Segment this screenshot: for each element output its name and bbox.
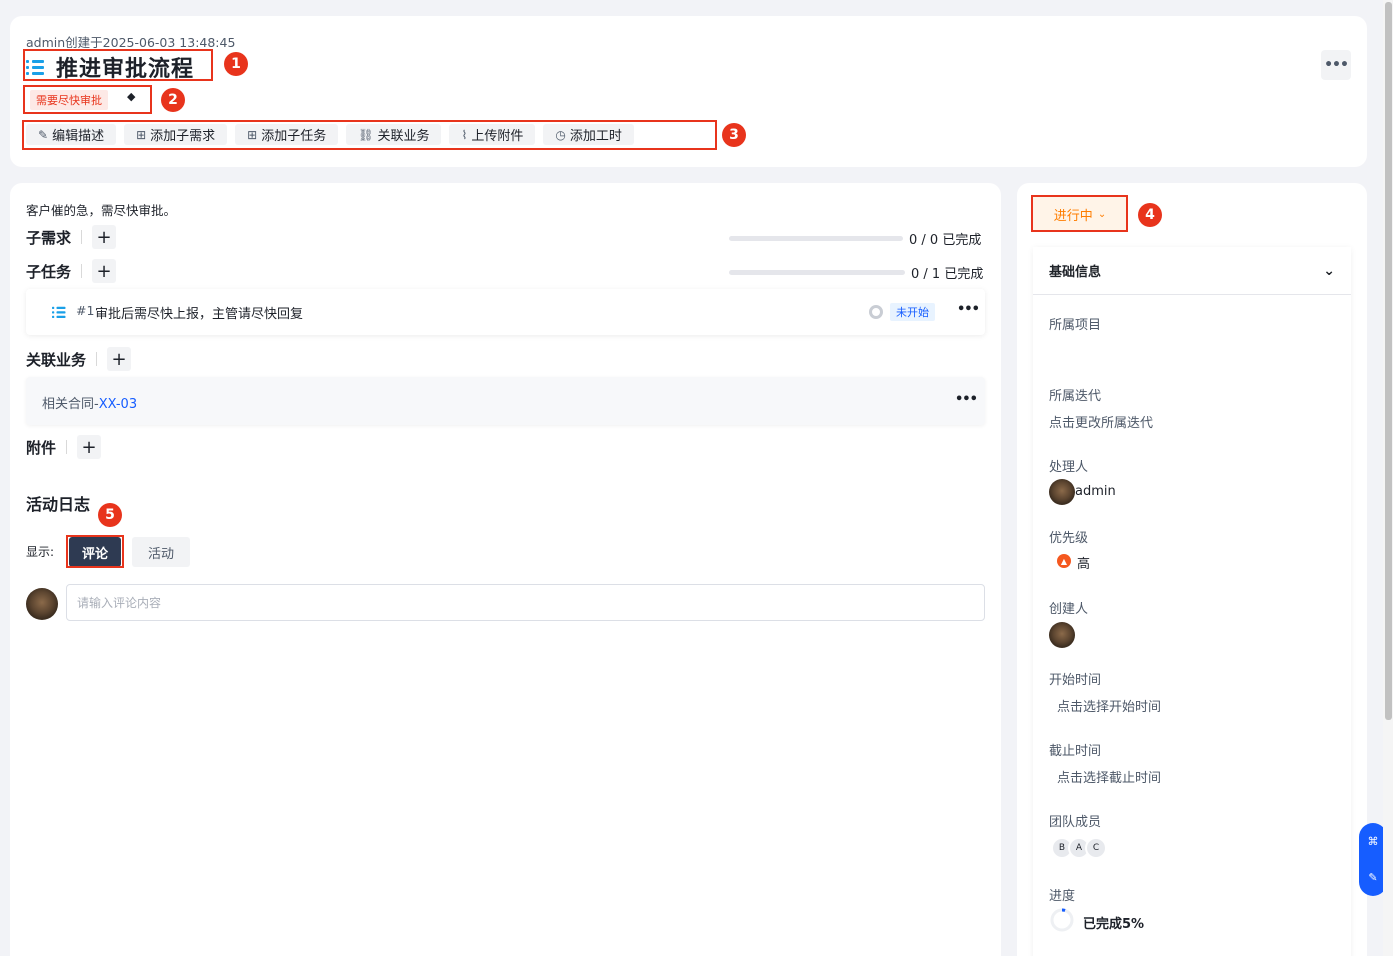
progress-ring: [1050, 908, 1074, 932]
related-business-header: 关联业务 +: [26, 347, 132, 371]
annotation-badge-1: 1: [224, 52, 248, 76]
basic-info-header[interactable]: 基础信息 ⌄: [1033, 247, 1351, 295]
task-more-button[interactable]: •••: [957, 302, 980, 317]
project-label: 所属项目: [1049, 318, 1102, 333]
highlight-box-2: [23, 85, 152, 114]
add-attachment-button[interactable]: +: [77, 435, 102, 459]
connect-icon[interactable]: ⌘: [1368, 835, 1379, 848]
highlight-box-4: [1031, 195, 1128, 232]
highlight-box-3: [22, 120, 717, 150]
scrollbar-thumb[interactable]: [1385, 2, 1392, 720]
add-related-business-button[interactable]: +: [107, 347, 132, 371]
filter-activity-button[interactable]: 活动: [132, 537, 190, 567]
task-header-card: admin创建于2025-06-03 13:48:45 推进审批流程 1 需要尽…: [10, 16, 1367, 167]
highlight-box-1: [23, 49, 213, 81]
sub-requirements-progress: 0 / 0 已完成: [729, 229, 981, 248]
sub-tasks-header: 子任务 +: [26, 259, 117, 283]
related-business-title: 关联业务: [26, 350, 87, 369]
assignee-value[interactable]: admin: [1075, 484, 1116, 499]
annotation-badge-4: 4: [1138, 203, 1162, 227]
progress-value: 已完成5%: [1083, 917, 1145, 932]
basic-info-panel: 基础信息 ⌄ 所属项目 所属迭代 点击更改所属迭代 处理人 admin 优先级 …: [1033, 247, 1351, 956]
creator-label: 创建人: [1049, 602, 1089, 617]
start-time-label: 开始时间: [1049, 673, 1102, 688]
task-description[interactable]: 客户催的急，需尽快审批。: [26, 200, 176, 219]
sub-task-item[interactable]: #1 审批后需尽快上报，主管请尽快回复 未开始 •••: [26, 289, 985, 335]
sub-requirements-header: 子需求 +: [26, 225, 117, 249]
more-options-button[interactable]: •••: [1321, 50, 1351, 80]
add-sub-task-plus-button[interactable]: +: [92, 259, 117, 283]
highlight-box-5: [66, 535, 124, 568]
sub-tasks-progress: 0 / 1 已完成: [729, 263, 983, 282]
priority-high-icon: ▲: [1057, 554, 1071, 568]
status-circle-icon: [869, 305, 883, 319]
annotation-badge-2: 2: [161, 88, 185, 112]
progress-label: 进度: [1049, 889, 1076, 904]
task-title[interactable]: 审批后需尽快上报，主管请尽快回复: [95, 303, 303, 322]
related-business-item[interactable]: 相关合同-XX-03 •••: [26, 377, 985, 425]
assignee-label: 处理人: [1049, 460, 1089, 475]
activity-log-title: 活动日志: [26, 495, 91, 514]
sub-requirements-progress-text: 0 / 0 已完成: [909, 233, 982, 248]
creator-avatar: [1049, 622, 1075, 648]
basic-info-title: 基础信息: [1049, 265, 1102, 280]
comment-input[interactable]: [66, 584, 985, 621]
priority-label: 优先级: [1049, 531, 1089, 546]
team-members-label: 团队成员: [1049, 815, 1102, 830]
attachments-header: 附件 +: [26, 435, 102, 459]
iteration-label: 所属迭代: [1049, 389, 1102, 404]
sub-tasks-progress-bar: [729, 270, 905, 275]
add-sub-requirement-plus-button[interactable]: +: [92, 225, 117, 249]
sub-requirements-title: 子需求: [26, 228, 72, 247]
due-time-label: 截止时间: [1049, 744, 1102, 759]
sub-tasks-title: 子任务: [26, 262, 72, 281]
show-label: 显示:: [26, 545, 55, 559]
annotation-badge-3: 3: [722, 123, 746, 147]
contract-link[interactable]: XX-03: [99, 397, 137, 412]
sub-requirements-progress-bar: [729, 236, 903, 241]
iteration-value[interactable]: 点击更改所属迭代: [1049, 412, 1153, 431]
attachments-title: 附件: [26, 438, 57, 457]
note-icon[interactable]: ✎: [1368, 871, 1377, 884]
chevron-down-icon[interactable]: ⌄: [1323, 263, 1335, 279]
related-business-text: 相关合同-XX-03: [42, 397, 138, 412]
sub-tasks-progress-text: 0 / 1 已完成: [911, 267, 984, 282]
annotation-badge-5: 5: [98, 503, 122, 527]
task-number: #1: [76, 303, 95, 318]
task-status-tag[interactable]: 未开始: [890, 303, 935, 321]
start-time-value[interactable]: 点击选择开始时间: [1057, 696, 1161, 715]
side-info-card: 进行中 ⌄ 4 基础信息 ⌄ 所属项目 所属迭代 点击更改所属迭代 处理人 ad…: [1017, 183, 1367, 956]
avatar: [26, 588, 58, 620]
team-member-avatar[interactable]: C: [1085, 837, 1107, 859]
due-time-value[interactable]: 点击选择截止时间: [1057, 767, 1161, 786]
related-business-more-button[interactable]: •••: [955, 392, 978, 407]
scrollbar[interactable]: [1383, 0, 1393, 956]
task-detail-card: 客户催的急，需尽快审批。 子需求 + 0 / 0 已完成 子任务 + 0 / 1…: [10, 183, 1001, 956]
priority-value[interactable]: 高: [1077, 553, 1090, 572]
assignee-avatar: [1049, 479, 1075, 505]
task-list-icon: [52, 306, 67, 318]
